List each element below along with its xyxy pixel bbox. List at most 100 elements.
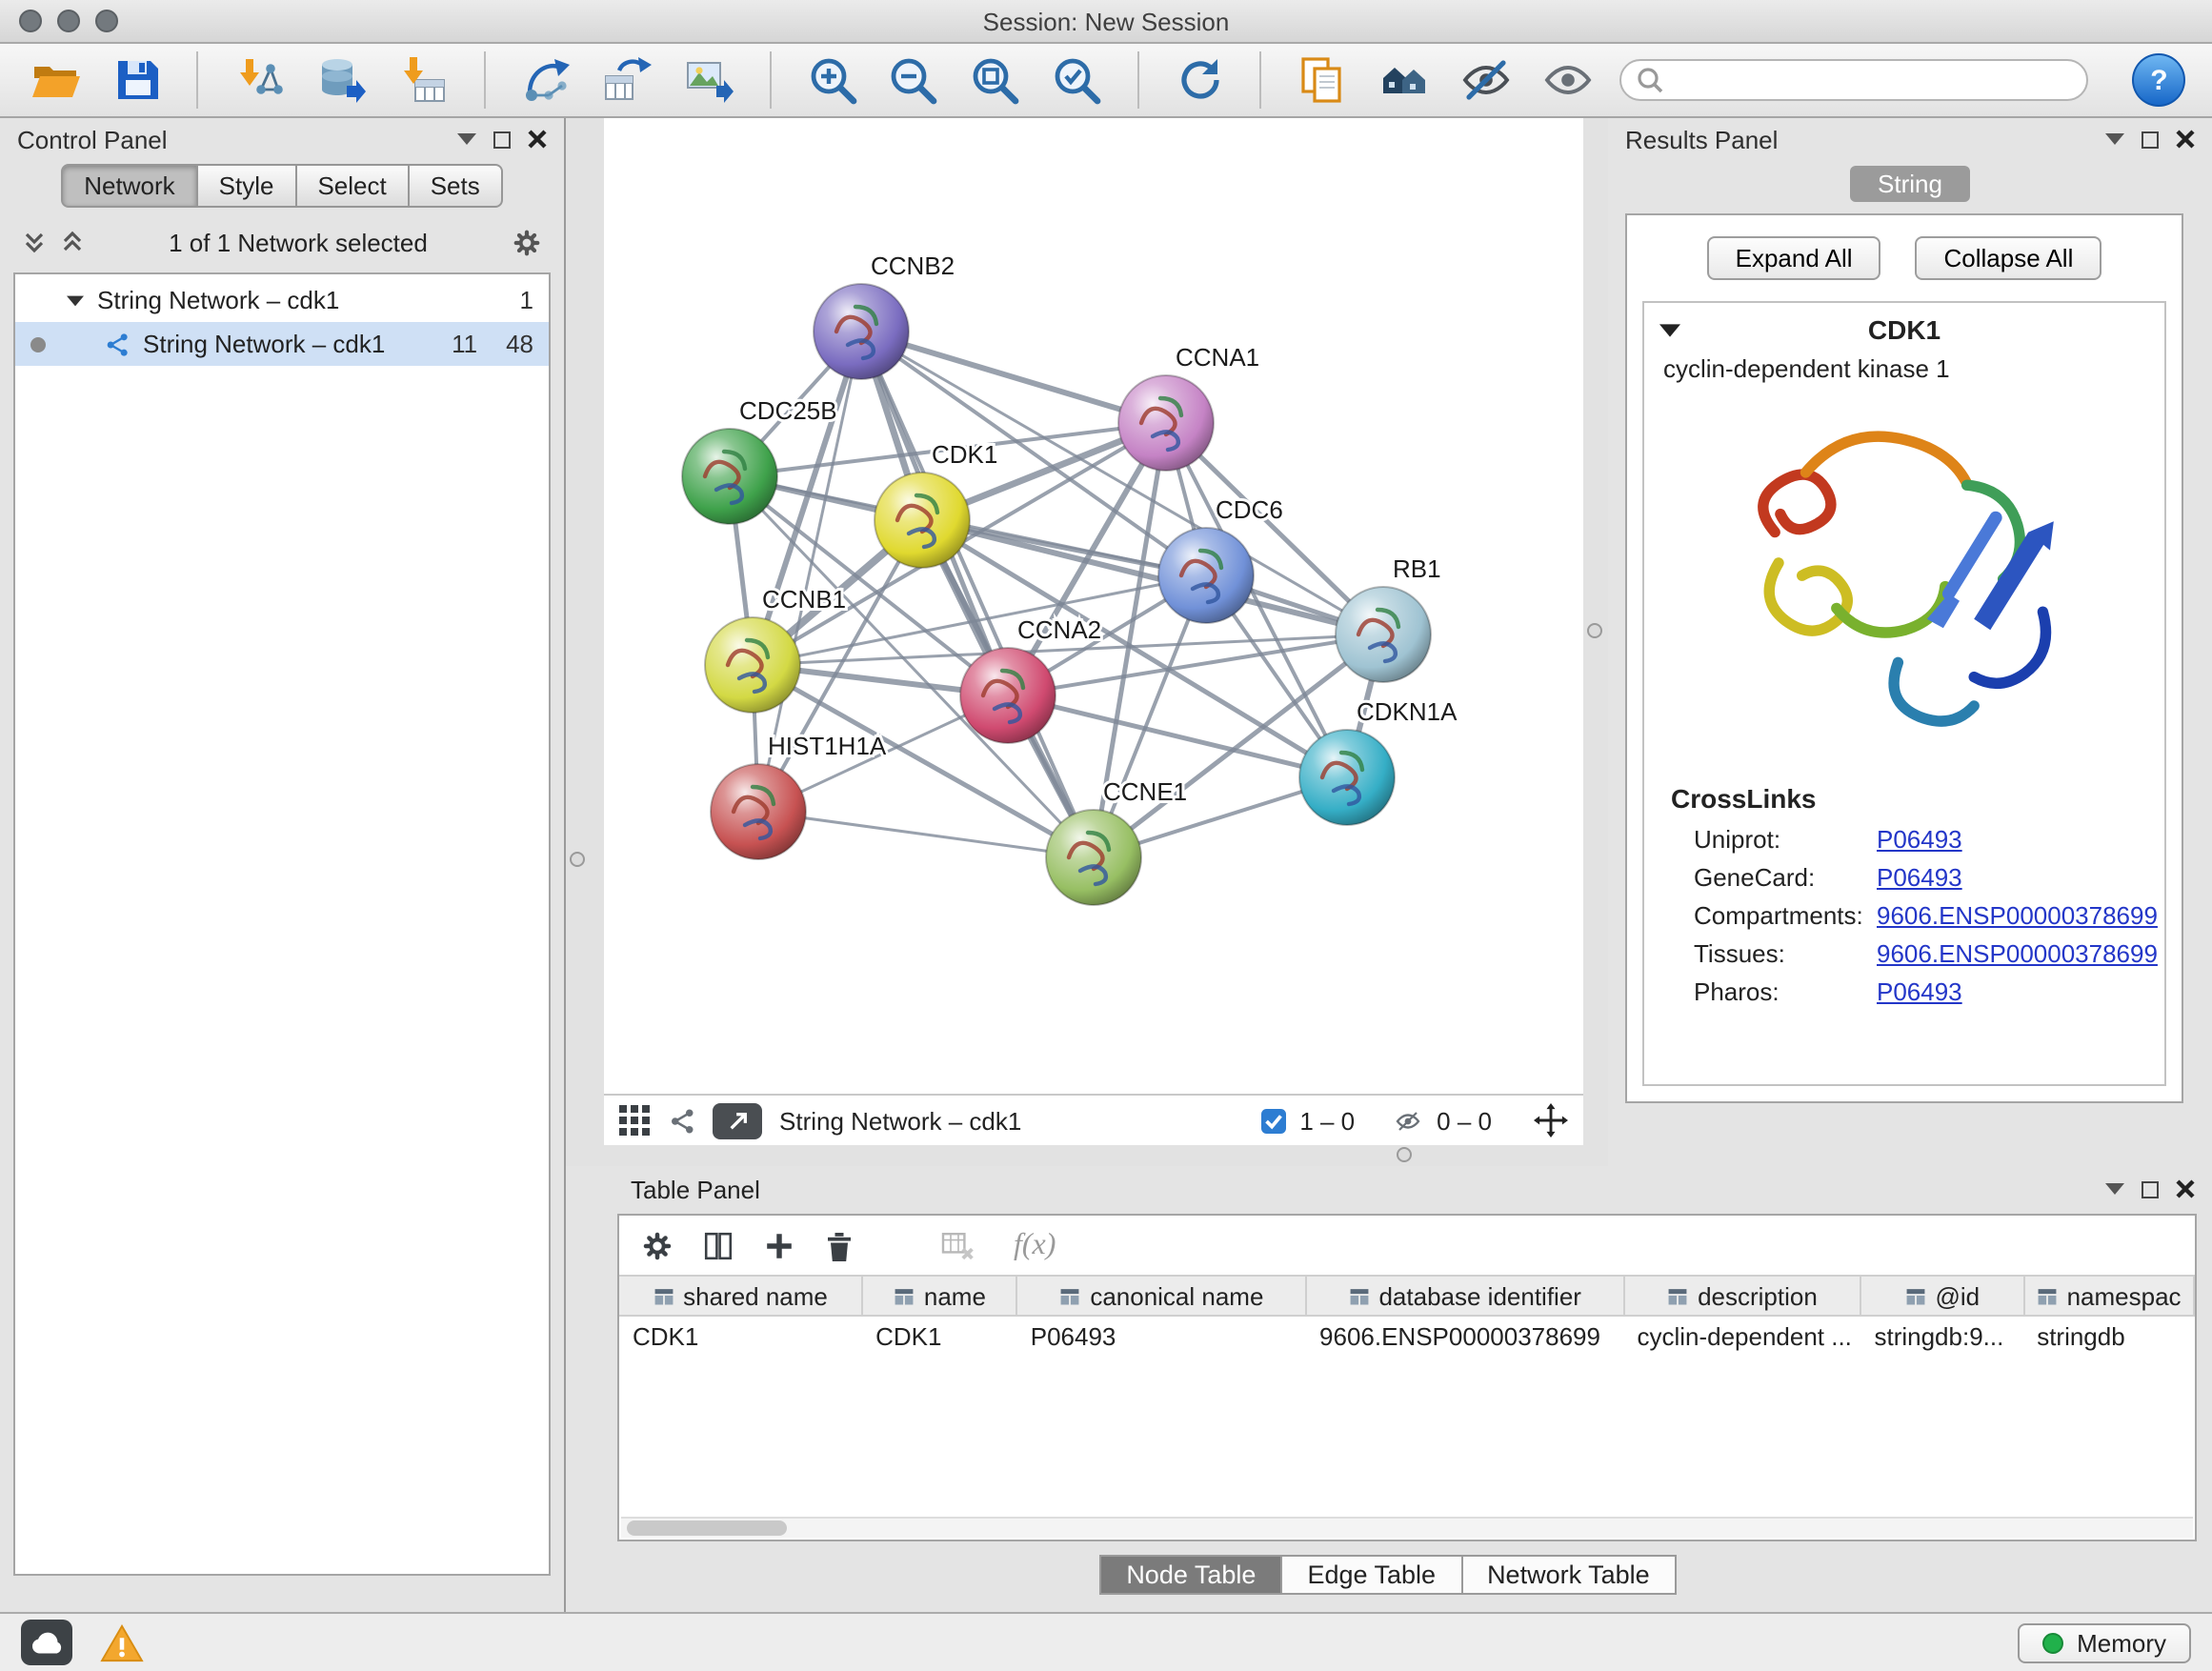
- apply-layout-button[interactable]: [1172, 51, 1228, 109]
- warnings-button[interactable]: [99, 1622, 145, 1662]
- zoom-out-button[interactable]: [885, 51, 941, 109]
- hide-selected-button[interactable]: [1458, 51, 1514, 109]
- selected-checkbox-icon[interactable]: [1261, 1108, 1286, 1133]
- table-cell[interactable]: CDK1: [619, 1316, 862, 1356]
- network-node-CDK1[interactable]: CDK1: [875, 440, 997, 568]
- table-tabs: Node TableEdge TableNetwork Table: [566, 1555, 2212, 1595]
- options-gear-icon[interactable]: [513, 228, 541, 256]
- string-tab-badge[interactable]: String: [1849, 166, 1971, 202]
- crosslink-value-link[interactable]: P06493: [1877, 825, 1962, 854]
- add-column-icon[interactable]: [764, 1231, 794, 1261]
- table-cell[interactable]: cyclin-dependent ...: [1623, 1316, 1860, 1356]
- birdseye-grid-icon[interactable]: [619, 1105, 650, 1136]
- table-cell[interactable]: stringdb:9...: [1860, 1316, 2023, 1356]
- cloud-button[interactable]: [21, 1620, 72, 1665]
- table-options-gear-icon[interactable]: [642, 1231, 673, 1261]
- show-columns-icon[interactable]: [703, 1231, 734, 1261]
- splitter-handle-bottom[interactable]: [1397, 1147, 1412, 1162]
- panel-collapse-icon[interactable]: [457, 133, 476, 145]
- network-node-HIST1H1A[interactable]: HIST1H1A: [711, 732, 887, 859]
- network-tree-toolbar: 1 of 1 Network selected: [0, 219, 564, 265]
- panel-close-icon[interactable]: [528, 130, 547, 149]
- table-cell[interactable]: P06493: [1017, 1316, 1306, 1356]
- import-table-button[interactable]: [394, 51, 451, 109]
- network-node-CDC25B[interactable]: CDC25B: [682, 396, 837, 524]
- collapse-all-button[interactable]: Collapse All: [1916, 236, 2102, 280]
- tab-network-table[interactable]: Network Table: [1460, 1555, 1677, 1595]
- crosslink-value-link[interactable]: P06493: [1877, 977, 1962, 1006]
- column-header-canonical-name[interactable]: canonical name: [1017, 1276, 1306, 1316]
- splitter-handle-right[interactable]: [1587, 623, 1602, 638]
- zoom-in-button[interactable]: [804, 51, 860, 109]
- tab-edge-table[interactable]: Edge Table: [1280, 1555, 1462, 1595]
- tab-network[interactable]: Network: [61, 164, 197, 208]
- gene-disclosure-icon[interactable]: [1659, 323, 1680, 336]
- expand-tree-icon[interactable]: [61, 231, 84, 253]
- clone-network-button[interactable]: [1295, 51, 1351, 109]
- column-header-description[interactable]: description: [1623, 1276, 1860, 1316]
- column-header-database-identifier[interactable]: database identifier: [1306, 1276, 1623, 1316]
- share-network-icon[interactable]: [667, 1106, 695, 1135]
- scrollbar-thumb[interactable]: [627, 1520, 787, 1536]
- network-canvas[interactable]: CCNB2CCNA1CDC25BCDK1CDC6RB1CCNB1CCNA2CDK…: [604, 118, 1583, 1094]
- network-collection-row[interactable]: String Network – cdk1 1: [15, 278, 549, 322]
- network-node-CCNA1[interactable]: CCNA1: [1118, 343, 1259, 471]
- show-hidden-button[interactable]: [1538, 51, 1595, 109]
- column-header-shared-name[interactable]: shared name: [619, 1276, 862, 1316]
- crosslink-value-link[interactable]: 9606.ENSP00000378699: [1877, 901, 2158, 930]
- close-window-button[interactable]: [19, 10, 42, 32]
- network-node-CCNB2[interactable]: CCNB2: [814, 252, 955, 379]
- save-session-button[interactable]: [108, 51, 164, 109]
- collapse-tree-icon[interactable]: [23, 231, 46, 253]
- zoom-selected-button[interactable]: [1048, 51, 1104, 109]
- search-input[interactable]: [1676, 67, 2072, 93]
- table-cell[interactable]: 9606.ENSP00000378699: [1306, 1316, 1623, 1356]
- help-button[interactable]: ?: [2133, 53, 2186, 107]
- network-node-CDKN1A[interactable]: CDKN1A: [1299, 697, 1458, 825]
- network-node-RB1[interactable]: RB1: [1336, 554, 1441, 682]
- tab-select[interactable]: Select: [294, 164, 409, 208]
- delete-column-icon[interactable]: [825, 1230, 854, 1262]
- panel-collapse-icon[interactable]: [2105, 1183, 2124, 1195]
- show-all-views-button[interactable]: [1376, 51, 1432, 109]
- panel-float-icon[interactable]: [493, 131, 511, 148]
- panel-close-icon[interactable]: [2176, 1179, 2195, 1198]
- splitter-handle-left[interactable]: [570, 852, 585, 867]
- table-cell[interactable]: CDK1: [862, 1316, 1017, 1356]
- zoom-fit-button[interactable]: [967, 51, 1023, 109]
- horizontal-scrollbar[interactable]: [621, 1517, 2193, 1538]
- hidden-eye-icon[interactable]: [1393, 1108, 1423, 1133]
- import-network-file-button[interactable]: [231, 51, 288, 109]
- maximize-window-button[interactable]: [95, 10, 118, 32]
- open-session-button[interactable]: [27, 51, 83, 109]
- network-edge[interactable]: [758, 812, 1094, 857]
- tab-style[interactable]: Style: [196, 164, 297, 208]
- column-header-@id[interactable]: @id: [1860, 1276, 2023, 1316]
- import-network-database-button[interactable]: [312, 51, 369, 109]
- gene-header[interactable]: CDK1: [1644, 303, 2164, 351]
- tab-sets[interactable]: Sets: [408, 164, 503, 208]
- new-network-button[interactable]: [517, 51, 573, 109]
- table-cell[interactable]: stringdb: [2023, 1316, 2194, 1356]
- minimize-window-button[interactable]: [57, 10, 80, 32]
- export-image-button[interactable]: [680, 51, 736, 109]
- expand-all-button[interactable]: Expand All: [1707, 236, 1881, 280]
- open-in-browser-button[interactable]: [713, 1102, 762, 1138]
- collection-disclosure-icon[interactable]: [67, 294, 84, 306]
- column-header-name[interactable]: name: [862, 1276, 1017, 1316]
- panel-float-icon[interactable]: [2142, 1180, 2159, 1198]
- panel-close-icon[interactable]: [2176, 130, 2195, 149]
- crosslink-value-link[interactable]: 9606.ENSP00000378699: [1877, 939, 2158, 968]
- crosshair-move-icon[interactable]: [1534, 1103, 1568, 1137]
- memory-button[interactable]: Memory: [2018, 1622, 2191, 1662]
- column-header-namespac[interactable]: namespac: [2023, 1276, 2194, 1316]
- panel-collapse-icon[interactable]: [2105, 133, 2124, 145]
- table-row[interactable]: CDK1CDK1P064939606.ENSP00000378699cyclin…: [619, 1316, 2194, 1356]
- network-edge[interactable]: [861, 332, 1094, 857]
- new-network-from-table-button[interactable]: [599, 51, 655, 109]
- network-row[interactable]: String Network – cdk1 11 48: [15, 322, 549, 366]
- network-graph[interactable]: CCNB2CCNA1CDC25BCDK1CDC6RB1CCNB1CCNA2CDK…: [604, 118, 1583, 1094]
- tab-node-table[interactable]: Node Table: [1099, 1555, 1282, 1595]
- crosslink-value-link[interactable]: P06493: [1877, 863, 1962, 892]
- panel-float-icon[interactable]: [2142, 131, 2159, 148]
